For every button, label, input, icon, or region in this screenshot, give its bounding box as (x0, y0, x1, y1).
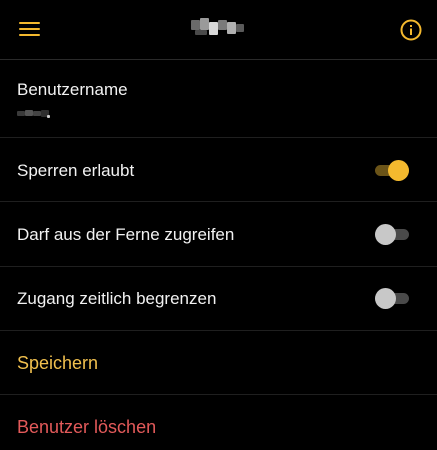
app-title-blurred (191, 18, 245, 38)
time-limit-toggle[interactable] (375, 287, 409, 309)
info-circle-icon[interactable] (400, 19, 422, 41)
save-row[interactable]: Speichern (0, 331, 437, 395)
time-limit-label: Zugang zeitlich begrenzen (17, 289, 217, 308)
toggle-thumb (375, 288, 396, 309)
delete-user-button[interactable]: Benutzer löschen (17, 417, 156, 438)
lock-allowed-label: Sperren erlaubt (17, 161, 135, 180)
delete-user-row[interactable]: Benutzer löschen (0, 395, 437, 450)
hamburger-menu-icon[interactable] (19, 21, 40, 38)
lock-allowed-row[interactable]: Sperren erlaubt (0, 138, 437, 202)
remote-access-toggle[interactable] (375, 223, 409, 245)
username-label: Benutzername (17, 80, 128, 99)
username-value-blurred (17, 110, 53, 118)
username-row: Benutzername (0, 60, 437, 138)
toggle-thumb (375, 224, 396, 245)
remote-access-label: Darf aus der Ferne zugreifen (17, 225, 235, 244)
time-limit-row[interactable]: Zugang zeitlich begrenzen (0, 267, 437, 331)
lock-allowed-toggle[interactable] (375, 159, 409, 181)
toggle-thumb (388, 160, 409, 181)
top-app-bar (0, 0, 437, 60)
remote-access-row[interactable]: Darf aus der Ferne zugreifen (0, 202, 437, 267)
save-button[interactable]: Speichern (17, 353, 98, 374)
